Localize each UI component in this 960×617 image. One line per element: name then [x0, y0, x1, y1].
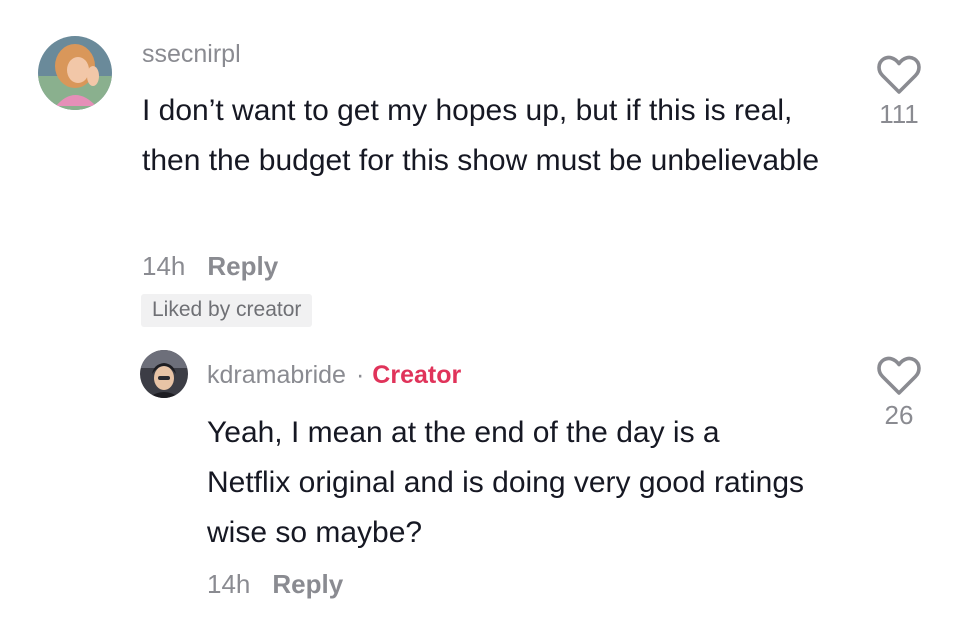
comment-item: ssecnirpl I don’t want to get my hopes u… — [0, 0, 960, 340]
reply-button[interactable]: Reply — [272, 569, 343, 599]
reply-button[interactable]: Reply — [207, 251, 278, 281]
reply-timestamp: 14h — [207, 569, 251, 599]
reply-item: kdramabride · Creator Yeah, I mean at the … — [0, 340, 960, 617]
creator-label: Creator — [372, 361, 462, 389]
creator-username[interactable]: kdramabride — [207, 361, 346, 389]
heart-outline-icon[interactable] — [876, 55, 922, 95]
comment-meta: 14h Reply — [142, 251, 278, 282]
commenter-avatar[interactable] — [38, 36, 112, 110]
liked-by-creator-badge: Liked by creator — [141, 294, 313, 327]
creator-username-row: kdramabride · Creator — [207, 361, 461, 390]
like-count: 26 — [884, 400, 914, 430]
reply-meta: 14h Reply — [207, 569, 343, 600]
like-count: 111 — [879, 99, 919, 129]
reply-text: Yeah, I mean at the end of the day is a … — [207, 416, 804, 549]
avatar-image — [38, 36, 112, 110]
comment-timestamp: 14h — [142, 251, 186, 281]
like-control: 111 — [869, 55, 929, 130]
commenter-username[interactable]: ssecnirpl — [142, 40, 241, 69]
avatar-image — [140, 350, 188, 398]
heart-outline-icon[interactable] — [876, 356, 922, 396]
separator-dot: · — [355, 361, 365, 389]
creator-avatar[interactable] — [140, 350, 188, 398]
like-control: 26 — [869, 356, 929, 431]
comment-text: I don’t want to get my hopes up, but if … — [142, 94, 820, 177]
